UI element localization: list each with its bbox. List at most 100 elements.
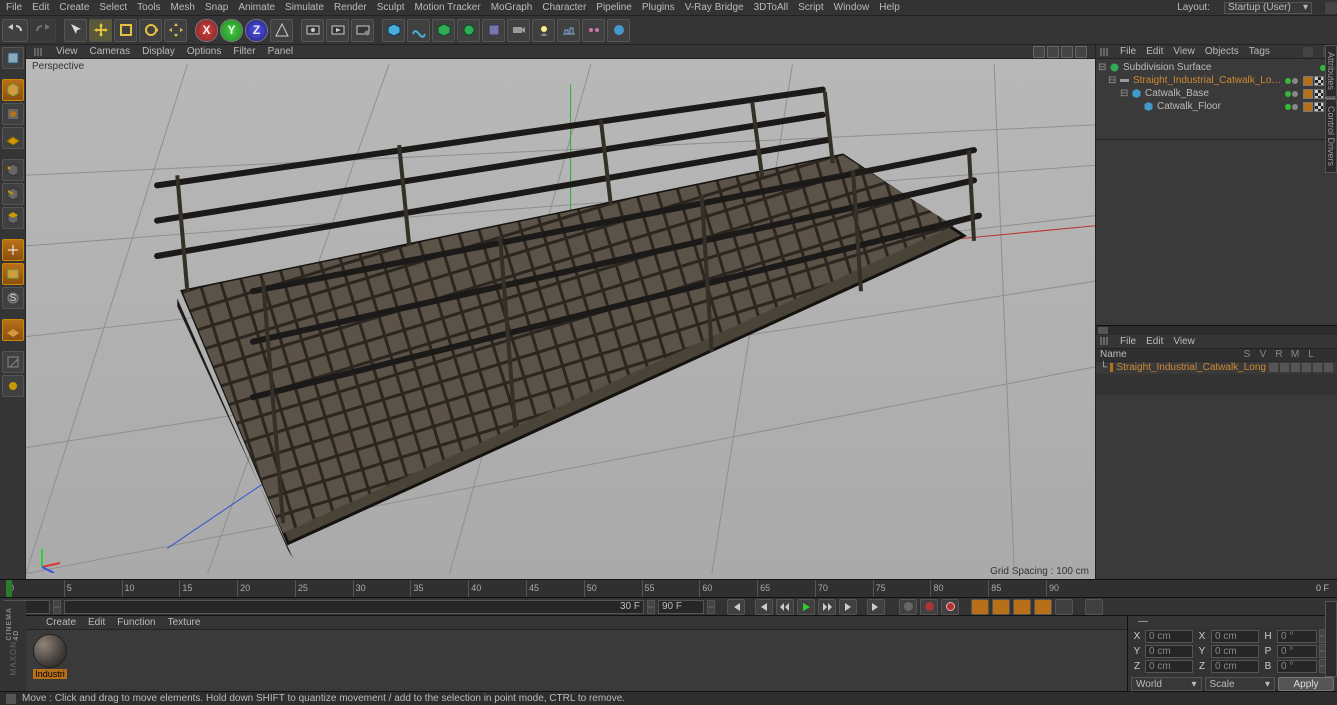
om-menu-edit[interactable]: Edit bbox=[1146, 46, 1163, 57]
menu-window[interactable]: Window bbox=[834, 2, 870, 13]
next-key-button[interactable] bbox=[839, 599, 857, 615]
vmenu-display[interactable]: Display bbox=[142, 46, 175, 57]
locked-workplane-button[interactable] bbox=[2, 319, 24, 341]
coord-size-z[interactable]: 0 cm bbox=[1211, 660, 1259, 673]
menu-snap[interactable]: Snap bbox=[205, 2, 228, 13]
layout-config-icon[interactable] bbox=[1325, 2, 1337, 14]
coord-mode-dropdown[interactable]: Scale▾ bbox=[1205, 677, 1276, 691]
coord-size-x[interactable]: 0 cm bbox=[1211, 630, 1259, 643]
key-pla-button[interactable] bbox=[1055, 599, 1073, 615]
coord-space-dropdown[interactable]: World▾ bbox=[1131, 677, 1202, 691]
redo-button[interactable] bbox=[30, 19, 56, 42]
object-manager-scrollbar[interactable] bbox=[1096, 325, 1337, 335]
add-light-button[interactable] bbox=[532, 19, 555, 42]
spinner[interactable] bbox=[707, 600, 715, 614]
matmgr-body[interactable]: Industri bbox=[26, 630, 1127, 691]
mm-menu-create[interactable]: Create bbox=[46, 617, 76, 628]
grip-icon[interactable] bbox=[34, 48, 44, 56]
layout-tab-1[interactable] bbox=[1325, 601, 1337, 677]
viewport-nav-zoom-icon[interactable] bbox=[1047, 46, 1059, 58]
add-deformer-button[interactable] bbox=[457, 19, 480, 42]
menu-render[interactable]: Render bbox=[334, 2, 367, 13]
expand-toggle[interactable]: ⊟ bbox=[1108, 75, 1116, 86]
object-manager-tree[interactable]: ⊟ Subdivision Surface ⊟ Straight_Industr… bbox=[1096, 59, 1337, 139]
make-editable-button[interactable] bbox=[2, 47, 24, 69]
record-button[interactable] bbox=[899, 599, 917, 615]
texture-mode-button[interactable] bbox=[2, 103, 24, 125]
menu-sculpt[interactable]: Sculpt bbox=[377, 2, 405, 13]
attrib-row[interactable]: └ Straight_Industrial_Catwalk_Long bbox=[1096, 361, 1337, 374]
mm-menu-edit[interactable]: Edit bbox=[88, 617, 105, 628]
enable-axis-button[interactable] bbox=[2, 239, 24, 261]
point-mode-button[interactable] bbox=[2, 159, 24, 181]
coord-rot-p[interactable]: 0 ° bbox=[1277, 645, 1317, 658]
timeline-ruler[interactable]: 051015202530354045505560657075808590 0 F bbox=[0, 579, 1337, 597]
viewport-toggle-icon[interactable] bbox=[1075, 46, 1087, 58]
add-environment-button[interactable] bbox=[482, 19, 505, 42]
om-menu-file[interactable]: File bbox=[1120, 46, 1136, 57]
autokey-button[interactable] bbox=[920, 599, 938, 615]
edge-mode-button[interactable] bbox=[2, 183, 24, 205]
material-tag-icon[interactable] bbox=[1303, 76, 1313, 86]
goto-end-button[interactable] bbox=[867, 599, 885, 615]
grip-icon[interactable] bbox=[1100, 48, 1110, 56]
prev-frame-button[interactable] bbox=[776, 599, 794, 615]
spinner[interactable] bbox=[647, 600, 655, 614]
coord-pos-z[interactable]: 0 cm bbox=[1145, 660, 1193, 673]
viewport-nav-rotate-icon[interactable] bbox=[1061, 46, 1073, 58]
rotate-tool[interactable] bbox=[139, 19, 162, 42]
key-scale-button[interactable] bbox=[992, 599, 1010, 615]
coord-rot-b[interactable]: 0 ° bbox=[1277, 660, 1317, 673]
material-tag-icon[interactable] bbox=[1303, 89, 1313, 99]
key-rot-button[interactable] bbox=[1013, 599, 1031, 615]
add-cube-button[interactable] bbox=[382, 19, 405, 42]
om-menu-objects[interactable]: Objects bbox=[1205, 46, 1239, 57]
material-tag-icon[interactable] bbox=[1303, 102, 1313, 112]
add-tag-button[interactable] bbox=[607, 19, 630, 42]
tab-attributes[interactable]: Attributes bbox=[1325, 45, 1337, 97]
vmenu-options[interactable]: Options bbox=[187, 46, 221, 57]
menu-plugins[interactable]: Plugins bbox=[642, 2, 675, 13]
timeline-slider-field[interactable]: 30 F bbox=[64, 600, 644, 614]
key-options-button[interactable] bbox=[1085, 599, 1103, 615]
coord-rot-h[interactable]: 0 ° bbox=[1277, 630, 1317, 643]
uv-tag-icon[interactable] bbox=[1314, 102, 1324, 112]
render-settings-button[interactable] bbox=[351, 19, 374, 42]
coord-pos-y[interactable]: 0 cm bbox=[1145, 645, 1193, 658]
spinner[interactable] bbox=[53, 600, 61, 614]
timeline-cursor[interactable] bbox=[6, 580, 12, 597]
layout-dropdown[interactable]: Startup (User)▾ bbox=[1224, 2, 1312, 14]
render-view-button[interactable] bbox=[301, 19, 324, 42]
material-thumb[interactable]: Industri bbox=[30, 634, 70, 679]
am-menu-edit[interactable]: Edit bbox=[1146, 336, 1163, 347]
prev-key-button[interactable] bbox=[755, 599, 773, 615]
undo-button[interactable] bbox=[2, 19, 28, 42]
am-menu-view[interactable]: View bbox=[1173, 336, 1195, 347]
menu-select[interactable]: Select bbox=[99, 2, 127, 13]
add-spline-button[interactable] bbox=[407, 19, 430, 42]
move-tool[interactable] bbox=[89, 19, 112, 42]
coord-pos-x[interactable]: 0 cm bbox=[1145, 630, 1193, 643]
apply-button[interactable]: Apply bbox=[1278, 677, 1334, 691]
menu-file[interactable]: File bbox=[6, 2, 22, 13]
x-axis-toggle[interactable]: X bbox=[195, 19, 218, 42]
layer-color-icon[interactable] bbox=[1110, 363, 1113, 372]
model-mode-button[interactable] bbox=[2, 79, 24, 101]
play-button[interactable] bbox=[797, 599, 815, 615]
om-menu-tags[interactable]: Tags bbox=[1249, 46, 1270, 57]
tab-control-drivers[interactable]: Control Drivers bbox=[1325, 99, 1337, 173]
last-tool[interactable] bbox=[164, 19, 187, 42]
mm-menu-texture[interactable]: Texture bbox=[168, 617, 201, 628]
am-menu-file[interactable]: File bbox=[1120, 336, 1136, 347]
next-frame-button[interactable] bbox=[818, 599, 836, 615]
live-select-tool[interactable] bbox=[64, 19, 87, 42]
expand-toggle[interactable]: ⊟ bbox=[1120, 88, 1128, 99]
viewport-solo-button[interactable] bbox=[2, 263, 24, 285]
tree-row-catwalk-long[interactable]: ⊟ Straight_Industrial_Catwalk_Long bbox=[1098, 74, 1335, 87]
viewport-perspective[interactable]: Perspective Grid Spacing : 100 cm bbox=[26, 59, 1095, 579]
vmenu-view[interactable]: View bbox=[56, 46, 78, 57]
vmenu-cameras[interactable]: Cameras bbox=[90, 46, 131, 57]
menu-vray[interactable]: V-Ray Bridge bbox=[685, 2, 744, 13]
add-camera-button[interactable] bbox=[507, 19, 530, 42]
menu-edit[interactable]: Edit bbox=[32, 2, 49, 13]
